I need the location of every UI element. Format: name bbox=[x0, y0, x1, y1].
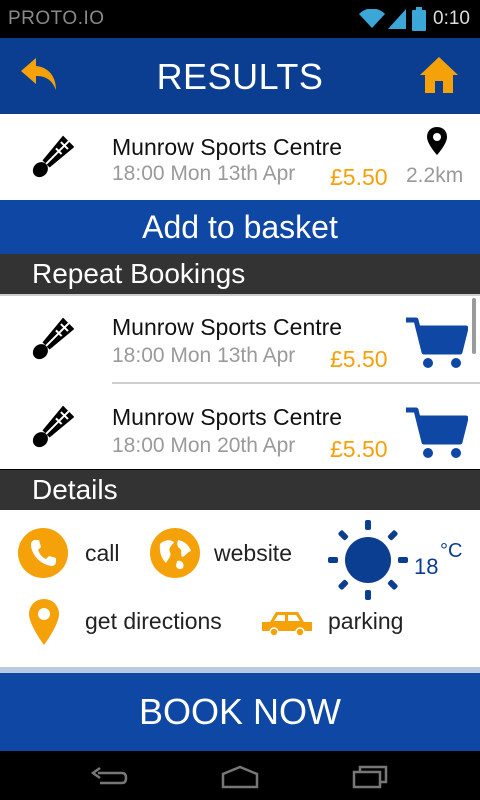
details-heading: Details bbox=[0, 470, 480, 510]
cart-add-button[interactable] bbox=[404, 406, 468, 460]
status-time: 0:10 bbox=[433, 8, 470, 29]
get-directions-button[interactable]: get directions bbox=[24, 598, 244, 646]
globe-icon bbox=[150, 528, 200, 578]
list-scrollbar[interactable] bbox=[472, 298, 476, 354]
cart-add-button[interactable] bbox=[404, 316, 468, 370]
add-to-basket-button[interactable]: Add to basket bbox=[0, 200, 480, 254]
list-item[interactable]: Munrow Sports Centre 18:00 Mon 20th Apr … bbox=[0, 386, 480, 471]
home-button[interactable] bbox=[418, 54, 460, 96]
shuttlecock-icon bbox=[32, 135, 74, 178]
signal-icon bbox=[388, 9, 406, 29]
venue-name: Munrow Sports Centre bbox=[112, 314, 343, 340]
venue-name: Munrow Sports Centre bbox=[112, 134, 343, 160]
book-now-button[interactable]: BOOK NOW bbox=[0, 673, 480, 751]
distance: 2.2km bbox=[406, 164, 464, 187]
booking-datetime: 18:00 Mon 20th Apr bbox=[112, 434, 296, 457]
details-panel: call website 18 °C get directions parkin… bbox=[0, 510, 480, 667]
page-title: RESULTS bbox=[156, 56, 324, 97]
price: £5.50 bbox=[330, 164, 388, 190]
nav-recents-icon[interactable] bbox=[352, 765, 388, 789]
price: £5.50 bbox=[330, 346, 388, 372]
price: £5.50 bbox=[330, 436, 388, 462]
wifi-icon bbox=[359, 9, 385, 28]
parking-button[interactable]: parking bbox=[260, 606, 420, 642]
repeat-bookings-heading: Repeat Bookings bbox=[0, 254, 480, 294]
booking-datetime: 18:00 Mon 13th Apr bbox=[112, 162, 296, 185]
list-divider bbox=[112, 382, 480, 384]
battery-icon bbox=[412, 7, 426, 31]
list-item[interactable]: Munrow Sports Centre 18:00 Mon 13th Apr … bbox=[0, 296, 480, 384]
phone-icon bbox=[18, 528, 68, 578]
get-directions-label: get directions bbox=[85, 608, 222, 634]
status-bar: PROTO.IO 0:10 bbox=[0, 0, 480, 38]
temperature-unit: °C bbox=[440, 540, 463, 562]
temperature-value: 18 bbox=[414, 554, 439, 579]
home-icon bbox=[420, 57, 458, 93]
parking-label: parking bbox=[328, 608, 404, 634]
nav-back-icon[interactable] bbox=[90, 767, 128, 789]
call-label: call bbox=[85, 540, 120, 566]
venue-name: Munrow Sports Centre bbox=[112, 404, 343, 430]
nav-home-icon[interactable] bbox=[220, 765, 260, 789]
call-button[interactable]: call bbox=[18, 528, 138, 578]
location-pin-icon bbox=[427, 127, 447, 155]
status-app-name: PROTO.IO bbox=[8, 8, 105, 29]
website-label: website bbox=[214, 540, 292, 566]
website-button[interactable]: website bbox=[150, 528, 300, 578]
app-header: RESULTS bbox=[0, 38, 480, 114]
location-pin-icon bbox=[29, 599, 59, 645]
system-nav-bar bbox=[0, 751, 480, 800]
car-icon bbox=[262, 612, 312, 636]
result-card[interactable]: Munrow Sports Centre 18:00 Mon 13th Apr … bbox=[0, 114, 480, 200]
shuttlecock-icon bbox=[32, 317, 74, 360]
booking-datetime: 18:00 Mon 13th Apr bbox=[112, 344, 296, 367]
shuttlecock-icon bbox=[32, 405, 74, 448]
sun-icon bbox=[328, 520, 408, 600]
